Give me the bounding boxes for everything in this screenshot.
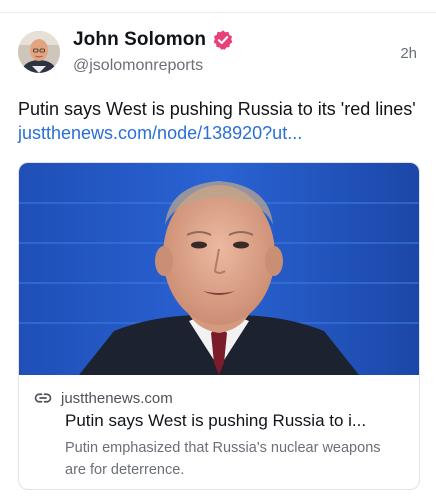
- post-link[interactable]: justthenews.com/node/138920?ut...: [18, 123, 302, 143]
- author-handle[interactable]: @jsolomonreports: [73, 57, 203, 75]
- card-domain: justthenews.com: [61, 389, 173, 407]
- avatar-image: [18, 31, 60, 73]
- link-icon: [34, 389, 52, 407]
- post-text: Putin says West is pushing Russia to its…: [18, 97, 423, 145]
- verified-badge-icon: [212, 29, 234, 51]
- avatar[interactable]: [18, 31, 60, 73]
- author-row: John Solomon: [73, 29, 234, 51]
- card-domain-row: justthenews.com: [34, 389, 173, 407]
- post-timestamp: 2h: [400, 45, 417, 62]
- author-name[interactable]: John Solomon: [73, 29, 206, 51]
- link-preview-card[interactable]: justthenews.com Putin says West is pushi…: [18, 162, 420, 490]
- top-divider: [0, 12, 436, 13]
- card-image: [19, 163, 419, 375]
- post-body: Putin says West is pushing Russia to its…: [18, 99, 416, 119]
- card-title[interactable]: Putin says West is pushing Russia to i..…: [65, 411, 410, 431]
- card-description: Putin emphasized that Russia's nuclear w…: [65, 440, 381, 478]
